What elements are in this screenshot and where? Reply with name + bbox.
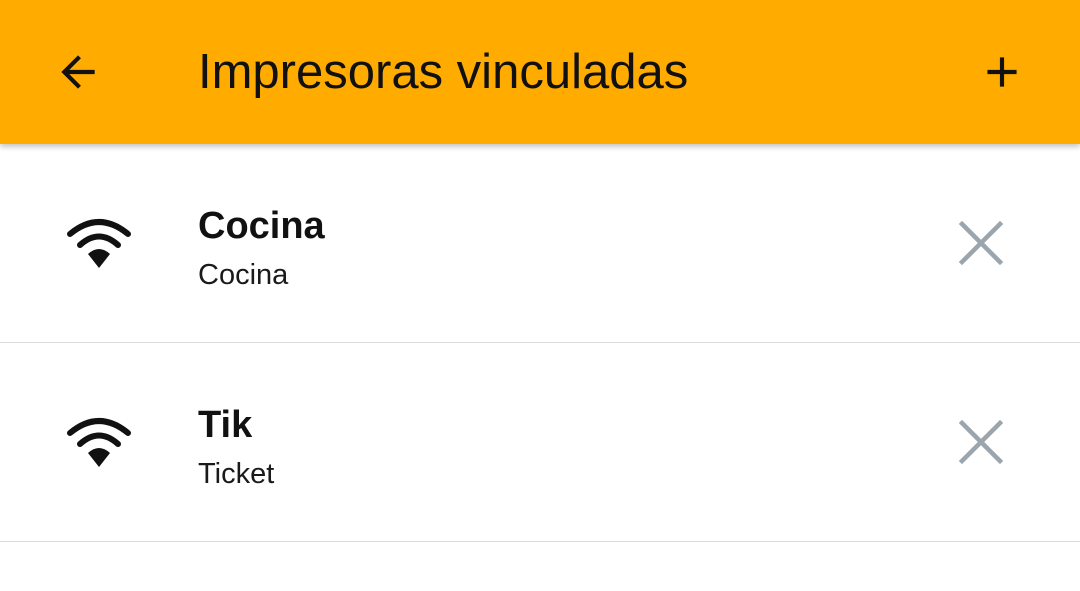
back-button[interactable] <box>42 36 114 108</box>
printer-list: Cocina Cocina Tik Ticket <box>0 144 1080 542</box>
remove-printer-button[interactable] <box>944 405 1018 479</box>
printer-name: Tik <box>198 404 253 446</box>
printer-name: Cocina <box>198 205 325 247</box>
arrow-back-icon <box>61 55 95 89</box>
wifi-icon <box>67 219 131 268</box>
page-title: Impresoras vinculadas <box>198 45 689 99</box>
printer-description: Ticket <box>198 458 275 490</box>
close-icon <box>958 419 1004 465</box>
close-icon <box>958 220 1004 266</box>
add-printer-button[interactable] <box>966 36 1038 108</box>
printer-list-item[interactable]: Tik Ticket <box>0 343 1080 542</box>
printer-description: Cocina <box>198 259 289 291</box>
wifi-icon <box>67 418 131 467</box>
plus-icon <box>987 57 1017 87</box>
remove-printer-button[interactable] <box>944 206 1018 280</box>
app-bar: Impresoras vinculadas <box>0 0 1080 144</box>
printer-list-item[interactable]: Cocina Cocina <box>0 144 1080 343</box>
